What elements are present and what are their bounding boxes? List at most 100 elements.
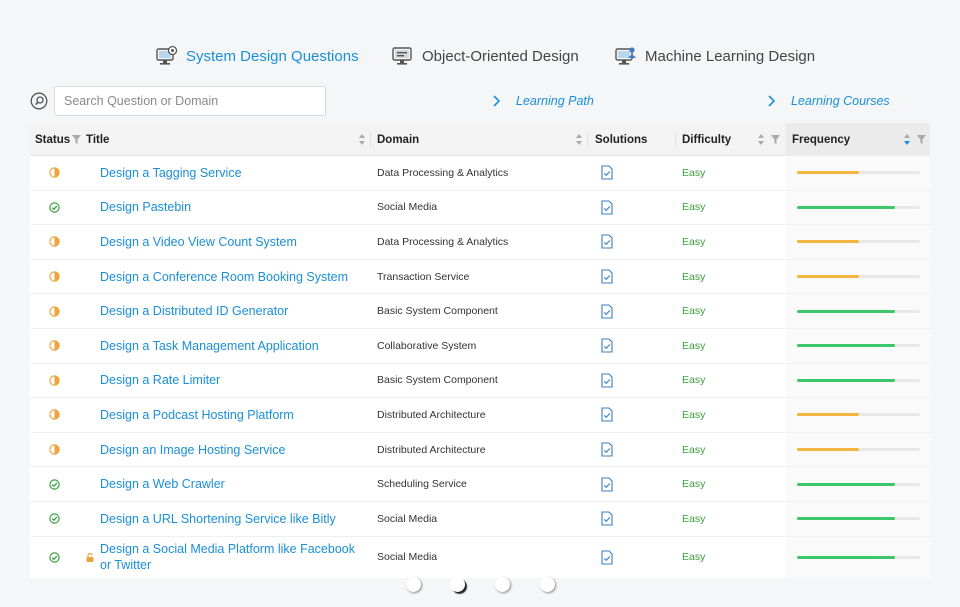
solution-document-icon[interactable]	[601, 200, 613, 215]
table-row[interactable]: Design a URL Shortening Service like Bit…	[30, 501, 930, 537]
status-cell	[49, 329, 60, 363]
table-row[interactable]: Design an Image Hosting Service Distribut…	[30, 432, 930, 468]
half-circle-icon	[49, 375, 60, 386]
title-cell: Design a Web Crawler	[100, 467, 362, 501]
question-title-link[interactable]: Design a Podcast Hosting Platform	[100, 407, 294, 423]
status-cell	[49, 467, 60, 501]
question-title-link[interactable]: Design an Image Hosting Service	[100, 442, 286, 458]
table-row[interactable]: Design a Web Crawler Scheduling Service Ea…	[30, 467, 930, 502]
pagination-dot[interactable]	[495, 577, 510, 592]
table-row[interactable]: Design a Task Management Application Coll…	[30, 328, 930, 364]
title-cell: Design a Podcast Hosting Platform	[100, 398, 362, 432]
question-title-link[interactable]: Design a Conference Room Booking System	[100, 269, 348, 285]
status-cell	[49, 502, 60, 536]
solutions-cell	[601, 294, 613, 328]
difficulty-cell: Easy	[682, 502, 705, 536]
domain-cell: Transaction Service	[377, 260, 469, 294]
solution-document-icon[interactable]	[601, 165, 613, 180]
status-cell	[49, 433, 60, 467]
frequency-bar-fill	[797, 205, 896, 209]
table-row[interactable]: Design a Social Media Platform like Face…	[30, 536, 930, 578]
status-cell	[49, 398, 60, 432]
domain-text: Data Processing & Analytics	[377, 235, 509, 248]
sort-icon[interactable]	[757, 133, 765, 146]
column-header-domain[interactable]: Domain	[377, 123, 419, 156]
tab-machine-learning-design[interactable]: Machine Learning Design	[615, 42, 815, 70]
solutions-cell	[601, 329, 613, 363]
solution-document-icon[interactable]	[601, 338, 613, 353]
table-row[interactable]: Design a Podcast Hosting Platform Distrib…	[30, 398, 930, 433]
frequency-bar	[797, 482, 920, 486]
sort-icon[interactable]	[358, 133, 366, 146]
questions-table: Status Title Domain Solutions Difficulty…	[30, 123, 930, 578]
column-header-title[interactable]: Title	[86, 123, 109, 156]
pagination-dot[interactable]	[406, 577, 421, 592]
question-title-link[interactable]: Design a Tagging Service	[100, 165, 242, 181]
solution-document-icon[interactable]	[601, 442, 613, 457]
filter-icon[interactable]	[917, 135, 926, 144]
difficulty-text: Easy	[682, 512, 706, 525]
difficulty-text: Easy	[682, 551, 706, 564]
sort-icon-active[interactable]	[903, 133, 911, 146]
solution-document-icon[interactable]	[601, 549, 613, 565]
tab-object-oriented-design[interactable]: Object-Oriented Design	[392, 42, 579, 70]
solution-document-icon[interactable]	[601, 477, 613, 492]
unlock-icon	[86, 552, 94, 562]
chevron-right-icon	[768, 95, 776, 107]
check-circle-icon	[49, 202, 60, 213]
solution-document-icon[interactable]	[601, 269, 613, 284]
solution-document-icon[interactable]	[601, 511, 613, 526]
filter-icon[interactable]	[771, 135, 780, 144]
domain-cell: Social Media	[377, 502, 437, 536]
solution-document-icon[interactable]	[601, 407, 613, 423]
solution-document-icon[interactable]	[601, 373, 613, 388]
solutions-cell	[601, 467, 613, 501]
frequency-bar-fill	[797, 555, 896, 559]
tab-system-design-questions[interactable]: System Design Questions	[156, 42, 359, 70]
title-cell: Design a Distributed ID Generator	[100, 294, 362, 328]
question-title-link[interactable]: Design a Rate Limiter	[100, 372, 220, 388]
status-cell	[49, 537, 60, 578]
difficulty-text: Easy	[682, 408, 706, 421]
solutions-cell	[601, 398, 613, 432]
solution-document-icon[interactable]	[601, 304, 613, 319]
table-row[interactable]: Design Pastebin Social Media Easy	[30, 190, 930, 226]
question-title-link[interactable]: Design Pastebin	[100, 199, 191, 215]
domain-cell: Distributed Architecture	[377, 398, 486, 432]
solutions-cell	[601, 433, 613, 467]
question-title-link[interactable]: Design a Task Management Application	[100, 338, 319, 354]
difficulty-text: Easy	[682, 270, 706, 283]
search-input[interactable]	[54, 86, 326, 116]
sort-icon[interactable]	[575, 133, 583, 146]
learning-path-link[interactable]: Learning Path	[492, 94, 594, 108]
solutions-cell	[601, 260, 613, 294]
solution-document-icon[interactable]	[601, 234, 613, 250]
frequency-bar	[797, 275, 920, 279]
filter-icon[interactable]	[72, 135, 81, 144]
status-cell	[49, 191, 60, 225]
difficulty-cell: Easy	[682, 156, 705, 190]
learning-courses-link[interactable]: Learning Courses	[767, 94, 890, 108]
difficulty-text: Easy	[682, 166, 706, 179]
column-header-difficulty[interactable]: Difficulty	[682, 123, 731, 156]
question-title-link[interactable]: Design a URL Shortening Service like Bit…	[100, 511, 336, 527]
frequency-bar	[797, 555, 920, 559]
question-title-link[interactable]: Design a Distributed ID Generator	[100, 303, 288, 319]
question-title-link[interactable]: Design a Video View Count System	[100, 234, 297, 250]
table-row[interactable]: Design a Rate Limiter Basic System Compon…	[30, 363, 930, 399]
table-row[interactable]: Design a Video View Count System Data Pro…	[30, 225, 930, 260]
domain-text: Distributed Architecture	[377, 443, 486, 456]
pagination-dot[interactable]	[540, 577, 555, 592]
search-icon[interactable]	[30, 92, 48, 110]
frequency-bar	[797, 448, 920, 452]
table-row[interactable]: Design a Distributed ID Generator Basic S…	[30, 294, 930, 329]
difficulty-text: Easy	[682, 374, 706, 387]
table-row[interactable]: Design a Tagging Service Data Processing …	[30, 156, 930, 191]
domain-cell: Basic System Component	[377, 364, 498, 398]
question-title-link[interactable]: Design a Social Media Platform like Face…	[100, 541, 362, 573]
question-title-link[interactable]: Design a Web Crawler	[100, 476, 225, 492]
column-header-status[interactable]: Status	[35, 123, 70, 156]
table-row[interactable]: Design a Conference Room Booking System T…	[30, 259, 930, 295]
pagination-dot[interactable]	[450, 577, 465, 592]
difficulty-cell: Easy	[682, 364, 705, 398]
